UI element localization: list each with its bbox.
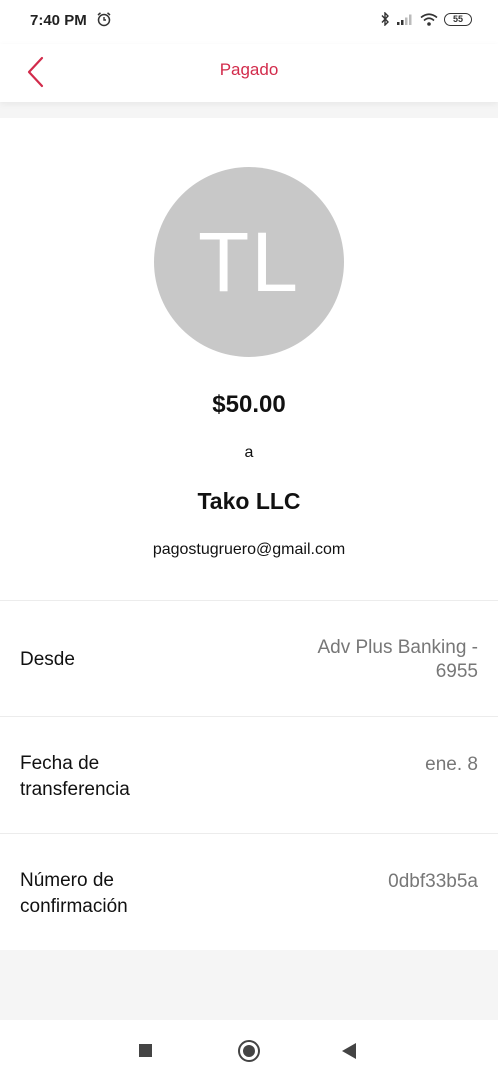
back-button[interactable] xyxy=(342,1043,356,1059)
detail-value-line: 6955 xyxy=(435,661,478,682)
divider xyxy=(0,833,498,834)
detail-label-from: Desde xyxy=(20,647,75,673)
payment-detail-card: TL $50.00 a Tako LLC pagostugruero@gmail… xyxy=(0,118,498,950)
status-bar: 7:40 PM 55 xyxy=(0,0,498,44)
page-title: Pagado xyxy=(219,60,279,79)
detail-value-transfer-date: ene. 8 xyxy=(425,753,478,777)
detail-value-from: Adv Plus Banking - 6955 xyxy=(317,636,478,684)
detail-label-line: Desde xyxy=(20,649,75,670)
recents-button[interactable] xyxy=(139,1044,152,1057)
detail-value-line: Adv Plus Banking - xyxy=(317,637,478,658)
payment-amount: $50.00 xyxy=(212,391,286,418)
divider xyxy=(0,600,498,601)
signal-icon xyxy=(397,14,412,25)
battery-indicator: 55 xyxy=(444,12,472,26)
divider xyxy=(0,716,498,717)
detail-label-line: transferencia xyxy=(20,779,130,800)
wifi-icon xyxy=(420,12,438,26)
home-button[interactable] xyxy=(238,1040,260,1062)
detail-label-transfer-date: Fecha de transferencia xyxy=(20,751,130,803)
payee-email: pagostugruero@gmail.com xyxy=(152,541,346,558)
app-header: Pagado xyxy=(0,44,498,102)
status-icons: 55 xyxy=(380,12,472,26)
avatar: TL xyxy=(154,167,344,357)
to-label: a xyxy=(244,444,254,461)
payee-name: Tako LLC xyxy=(197,488,301,514)
status-time: 7:40 PM xyxy=(30,12,87,29)
detail-label-confirmation: Número de confirmación xyxy=(20,868,128,920)
detail-label-line: Número de xyxy=(20,870,114,891)
detail-label-line: confirmación xyxy=(20,896,128,917)
detail-label-line: Fecha de xyxy=(20,753,100,774)
detail-value-confirmation: 0dbf33b5a xyxy=(388,870,478,894)
alarm-clock-icon xyxy=(97,12,111,27)
detail-value-line: 0dbf33b5a xyxy=(388,871,478,892)
system-nav-bar xyxy=(0,1020,498,1080)
battery-level: 55 xyxy=(452,14,463,24)
bluetooth-icon xyxy=(381,12,389,26)
detail-value-line: ene. 8 xyxy=(425,754,478,775)
